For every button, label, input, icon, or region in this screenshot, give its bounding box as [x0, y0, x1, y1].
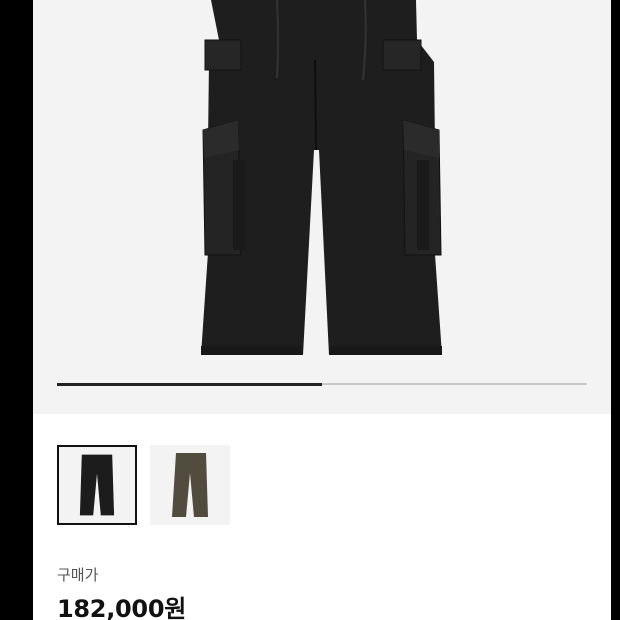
- gallery-progress-fill: [57, 382, 322, 386]
- gallery-progress-bar[interactable]: [57, 382, 587, 386]
- olive-pants-thumb-image: [172, 453, 208, 517]
- product-screen: 구매가 182,000원: [33, 0, 611, 620]
- cargo-pants-image: [201, 0, 442, 355]
- thumbnail-black[interactable]: [57, 445, 137, 525]
- black-pants-thumb-image: [79, 454, 115, 516]
- price-value: 182,000원: [57, 595, 186, 620]
- thumbnail-olive[interactable]: [150, 445, 230, 525]
- product-image-gallery[interactable]: [33, 0, 611, 414]
- price-label: 구매가: [57, 566, 99, 584]
